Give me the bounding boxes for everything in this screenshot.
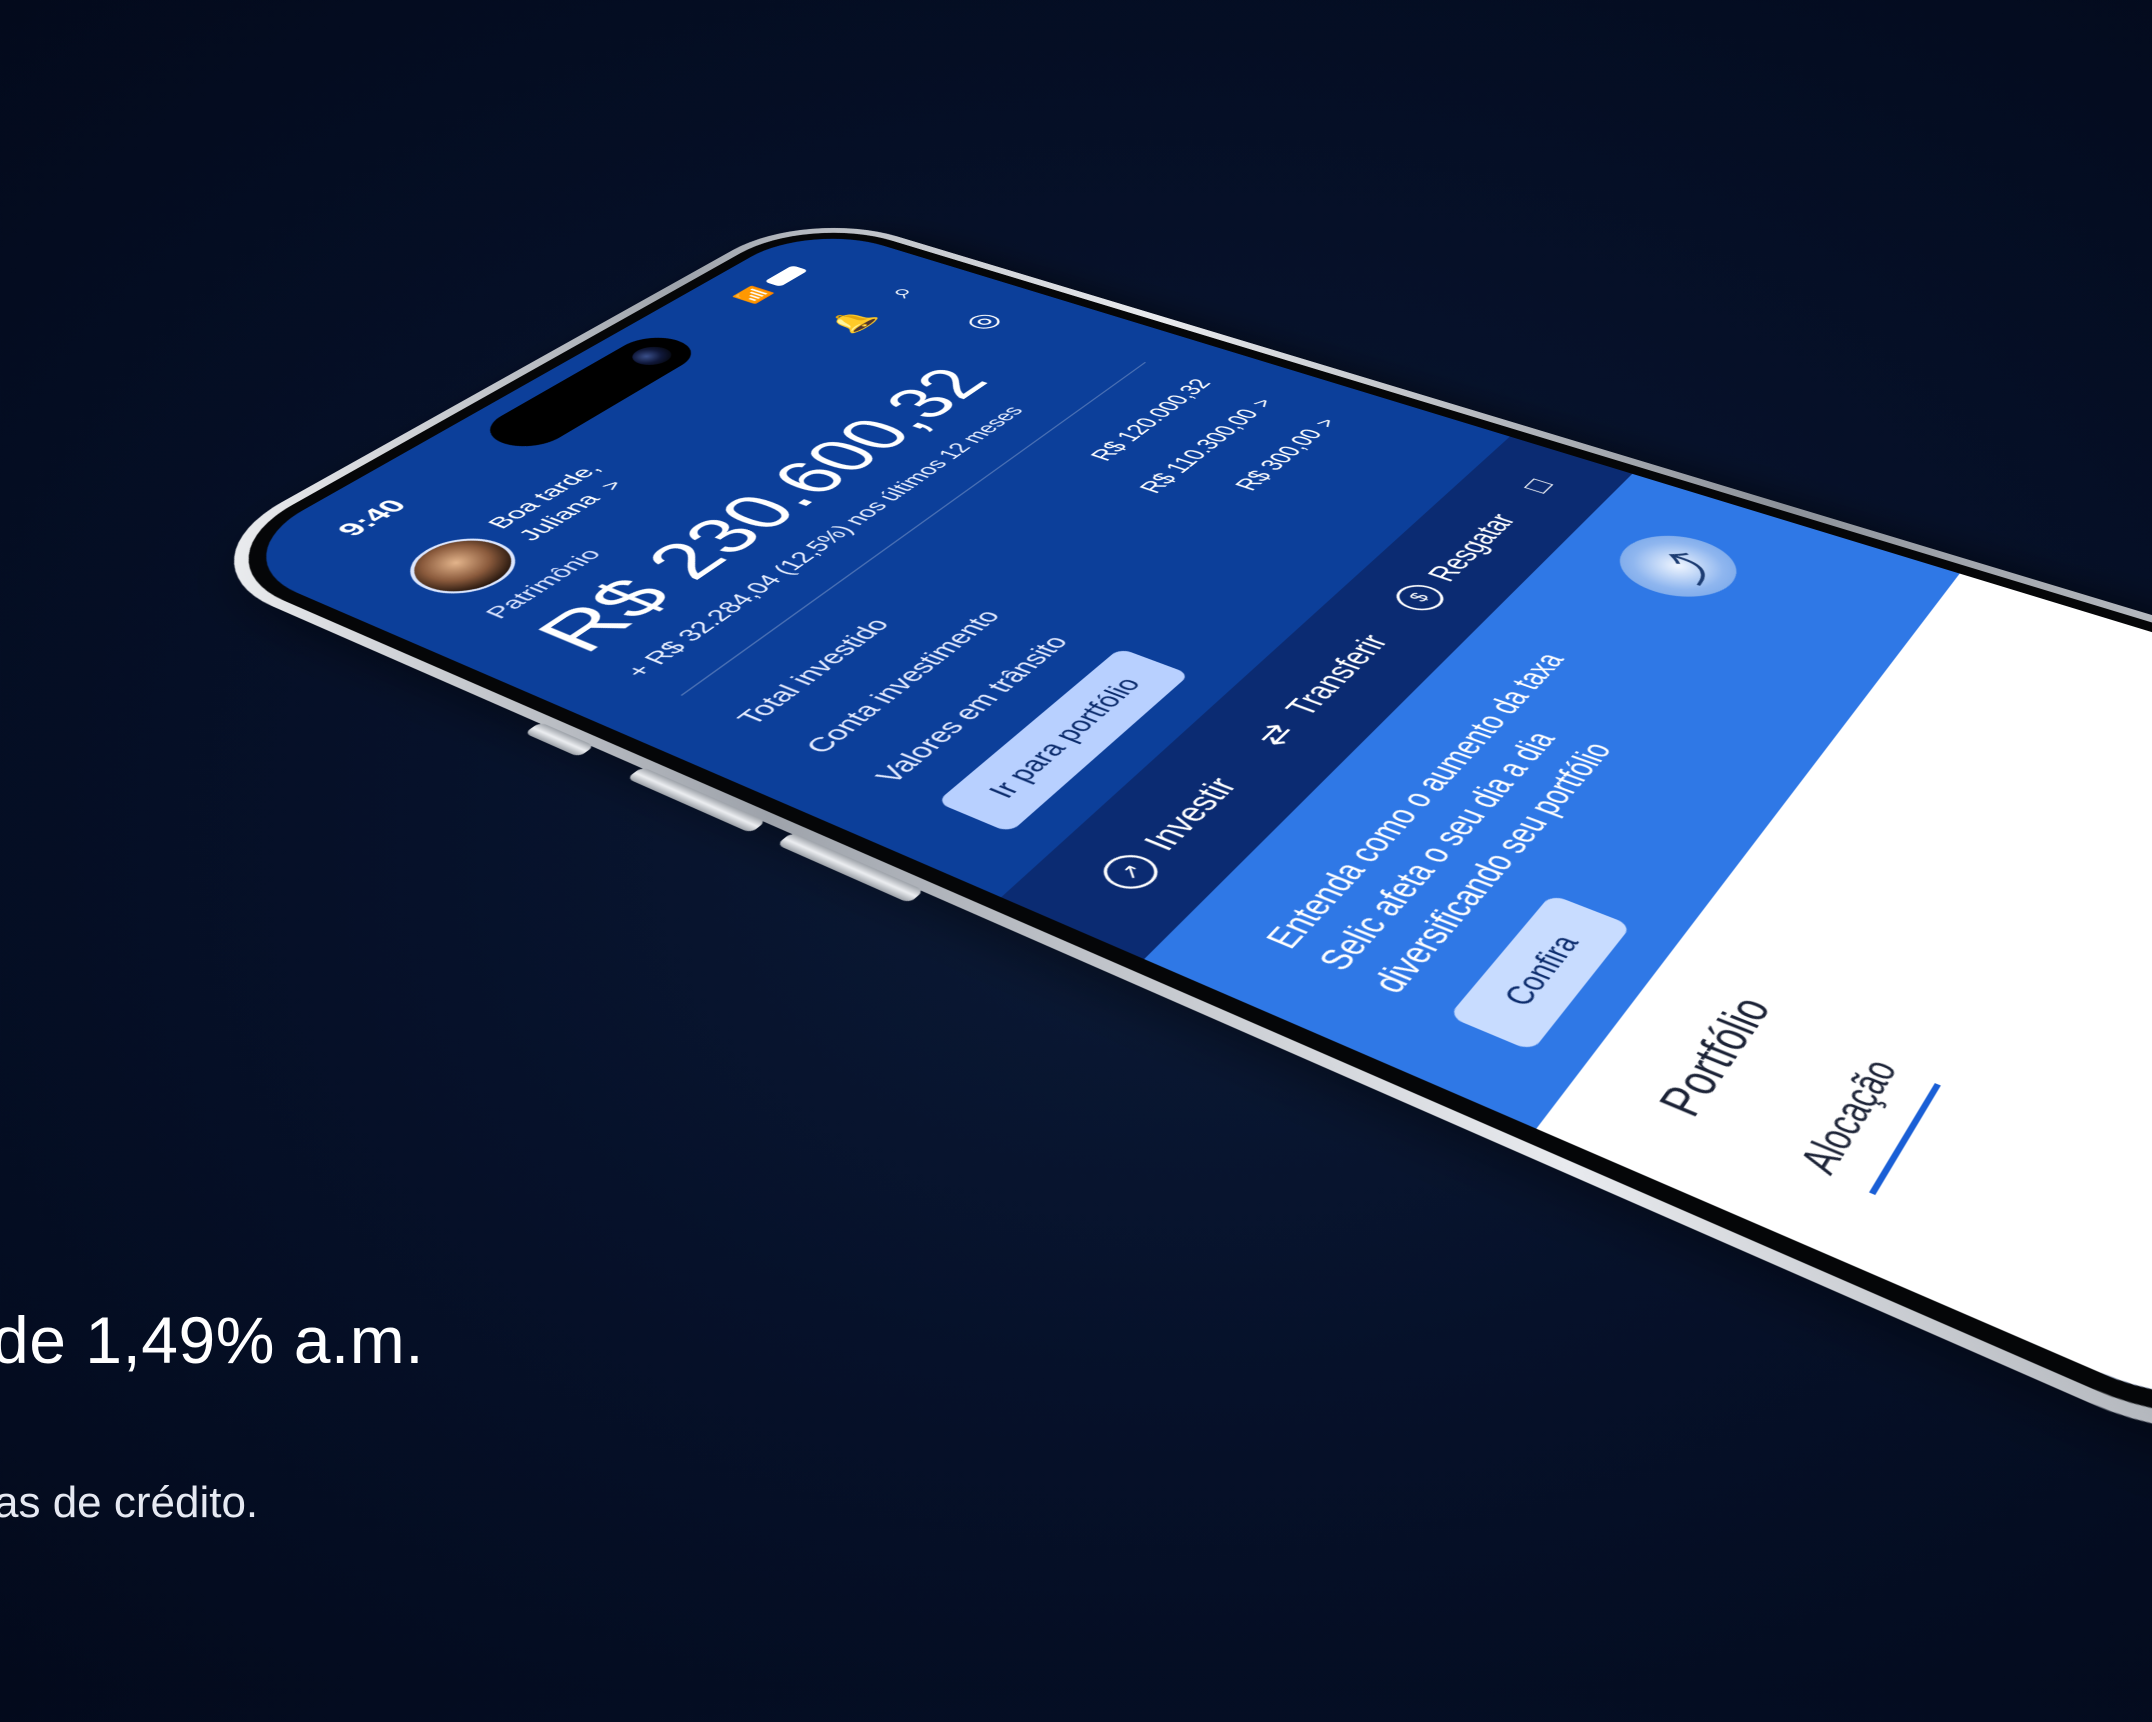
action-label: Investir — [1136, 773, 1246, 856]
tab-alocacao[interactable]: Alocação — [1790, 1053, 1941, 1195]
portfolio-tabs: Alocação — [1790, 1053, 1941, 1195]
trend-up-icon: ↗ — [1093, 849, 1167, 896]
search-icon[interactable]: ⌕ — [877, 282, 926, 301]
bell-icon[interactable]: 🔔 — [820, 307, 885, 337]
wifi-icon: 📶 — [731, 284, 778, 305]
transfer-arrows-icon: ⇄ — [1241, 714, 1310, 755]
chevron-right-icon: > — [1246, 396, 1278, 410]
chevron-right-icon: > — [595, 478, 628, 493]
chevron-right-icon: > — [1309, 416, 1342, 430]
status-time: 9:40 — [330, 496, 414, 540]
document-icon[interactable]: □ — [1514, 475, 1561, 496]
app-screen: 9:40 📶 Boa tarde, Juliana > 🔔 ⌕ ◎ Patrim… — [218, 223, 2152, 1447]
action-label: Resgatar — [1421, 510, 1524, 585]
action-label: Transferir — [1278, 631, 1397, 721]
portfolio-title: Portfólio — [1648, 990, 1784, 1124]
status-icons: 📶 — [731, 264, 813, 305]
money-out-icon: $ — [1388, 580, 1451, 615]
phone-device: 9:40 📶 Boa tarde, Juliana > 🔔 ⌕ ◎ Patrim… — [173, 209, 2152, 1499]
eye-slash-icon[interactable]: ◎ — [953, 309, 1010, 334]
growth-illustration-icon: ⤴ — [1601, 525, 1754, 609]
phone-mockup: 9:40 📶 Boa tarde, Juliana > 🔔 ⌕ ◎ Patrim… — [0, 0, 2152, 1691]
battery-icon — [764, 265, 808, 287]
camera-lens — [624, 343, 679, 368]
